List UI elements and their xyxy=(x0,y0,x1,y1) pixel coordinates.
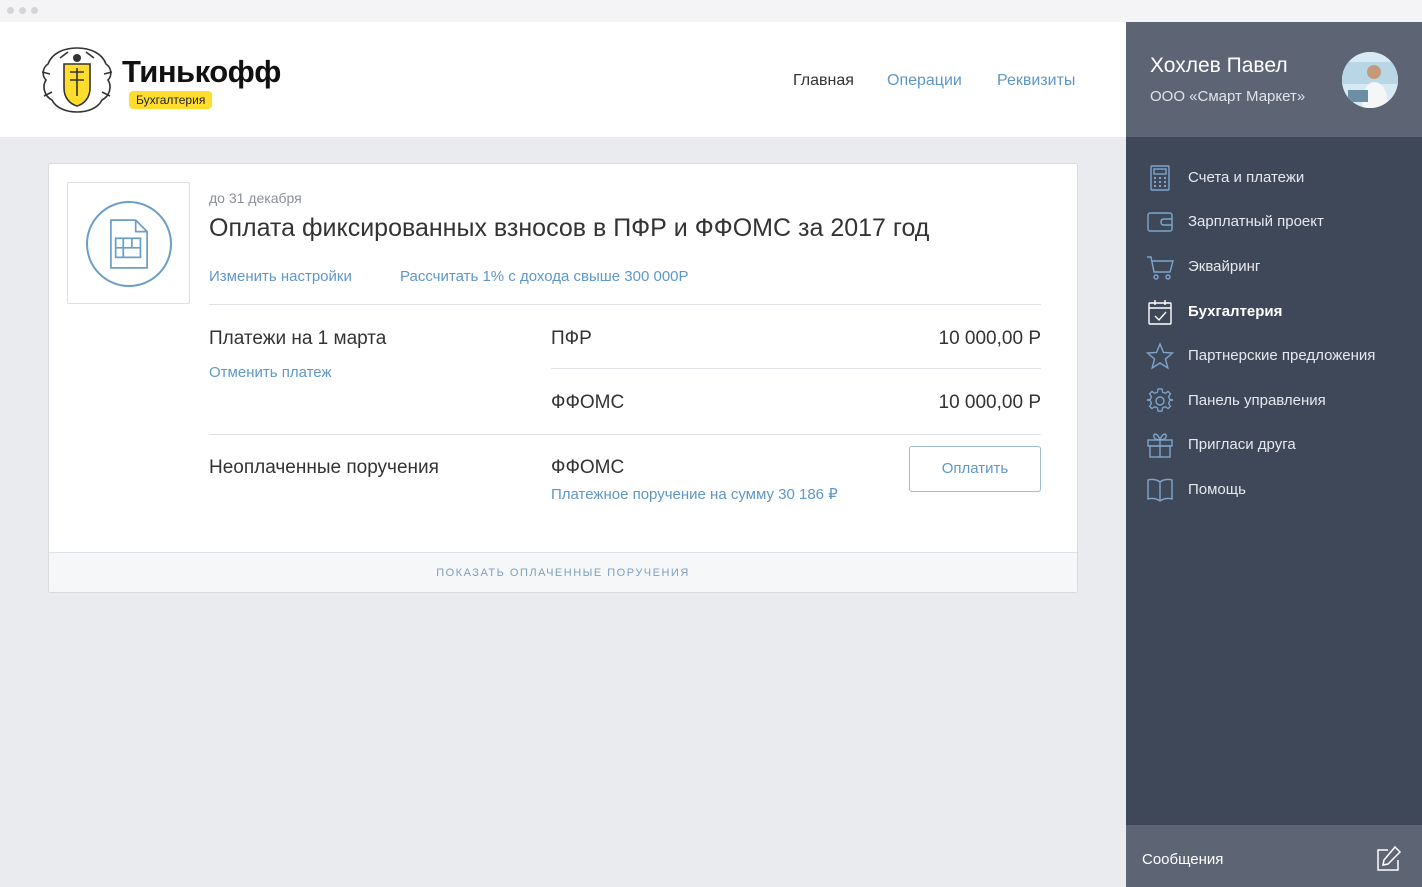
sidebar-item-control-panel[interactable]: Панель управления xyxy=(1126,381,1422,421)
nav-main[interactable]: Главная xyxy=(793,72,854,90)
sidebar-item-accounts[interactable]: Счета и платежи xyxy=(1126,158,1422,198)
sidebar-item-label: Эквайринг xyxy=(1188,258,1261,275)
unpaid-orders-label: Неоплаченные поручения xyxy=(209,457,439,478)
unpaid-order-name: ФФОМС xyxy=(551,457,625,478)
sidebar-item-label: Партнерские предложения xyxy=(1188,347,1376,364)
sidebar-item-invite-friend[interactable]: Пригласи друга xyxy=(1126,425,1422,465)
nav-requisites[interactable]: Реквизиты xyxy=(997,72,1075,90)
gift-icon xyxy=(1147,433,1173,458)
star-icon xyxy=(1146,342,1174,370)
book-icon xyxy=(1147,478,1173,502)
calculator-icon xyxy=(1150,165,1170,191)
user-avatar-icon xyxy=(1342,52,1398,108)
nav-operations[interactable]: Операции xyxy=(887,72,962,90)
window-close-button[interactable] xyxy=(7,7,14,14)
brand-name: Тинькофф xyxy=(122,54,281,89)
sidebar-item-label: Бухгалтерия xyxy=(1188,303,1283,320)
tax-task-card: до 31 декабря Оплата фиксированных взнос… xyxy=(48,163,1078,593)
payment-amount: 10 000,00 Р xyxy=(938,328,1041,349)
cart-icon xyxy=(1147,256,1174,280)
sidebar-item-accounting[interactable]: Бухгалтерия xyxy=(1126,292,1422,332)
sidebar-item-label: Зарплатный проект xyxy=(1188,213,1324,230)
payments-label: Платежи на 1 марта xyxy=(209,328,387,349)
due-date: до 31 декабря xyxy=(209,190,302,206)
window-minimize-button[interactable] xyxy=(19,7,26,14)
messages-bar[interactable]: Сообщения xyxy=(1126,825,1422,887)
sidebar: Хохлев Павел ООО «Смарт Маркет» Счета и … xyxy=(1126,22,1422,887)
sidebar-item-label: Счета и платежи xyxy=(1188,169,1305,186)
tinkoff-emblem-icon[interactable] xyxy=(38,44,116,116)
document-thumbnail xyxy=(67,182,190,304)
wallet-icon xyxy=(1147,212,1173,232)
company-name: ООО «Смарт Маркет» xyxy=(1150,88,1306,105)
top-header: Тинькофф Бухгалтерия Главная Операции Ре… xyxy=(0,22,1126,137)
calendar-check-icon xyxy=(1148,300,1172,325)
change-settings-link[interactable]: Изменить настройки xyxy=(209,268,352,285)
divider xyxy=(209,434,1041,435)
window-titlebar xyxy=(0,0,1422,22)
show-paid-orders-button[interactable]: ПОКАЗАТЬ ОПЛАЧЕННЫЕ ПОРУЧЕНИЯ xyxy=(49,552,1077,592)
sidebar-item-salary[interactable]: Зарплатный проект xyxy=(1126,202,1422,242)
document-circle xyxy=(86,201,172,287)
spreadsheet-document-icon xyxy=(110,219,148,269)
messages-label: Сообщения xyxy=(1142,851,1224,868)
gear-icon xyxy=(1146,388,1174,412)
task-title: Оплата фиксированных взносов в ПФР и ФФО… xyxy=(209,214,930,242)
sidebar-item-partners[interactable]: Партнерские предложения xyxy=(1126,336,1422,376)
avatar[interactable] xyxy=(1342,52,1398,108)
user-name: Хохлев Павел xyxy=(1150,54,1288,77)
payment-amount: 10 000,00 Р xyxy=(938,392,1041,413)
user-profile[interactable]: Хохлев Павел ООО «Смарт Маркет» xyxy=(1126,22,1422,137)
payment-name: ПФР xyxy=(551,328,592,349)
sidebar-item-help[interactable]: Помощь xyxy=(1126,470,1422,510)
payment-name: ФФОМС xyxy=(551,392,625,413)
sidebar-item-label: Помощь xyxy=(1188,481,1246,498)
window-zoom-button[interactable] xyxy=(31,7,38,14)
divider xyxy=(209,304,1041,305)
compose-icon[interactable] xyxy=(1374,845,1402,873)
cancel-payment-link[interactable]: Отменить платеж xyxy=(209,364,332,381)
payment-order-link[interactable]: Платежное поручение на сумму 30 186 ₽ xyxy=(551,485,838,503)
sidebar-item-label: Панель управления xyxy=(1188,392,1326,409)
sidebar-item-label: Пригласи друга xyxy=(1188,436,1296,453)
brand-badge: Бухгалтерия xyxy=(129,91,213,109)
divider xyxy=(551,368,1041,369)
sidebar-item-acquiring[interactable]: Эквайринг xyxy=(1126,247,1422,287)
pay-button[interactable]: Оплатить xyxy=(909,446,1041,492)
calculate-one-percent-link[interactable]: Рассчитать 1% с дохода свыше 300 000Р xyxy=(400,268,689,285)
